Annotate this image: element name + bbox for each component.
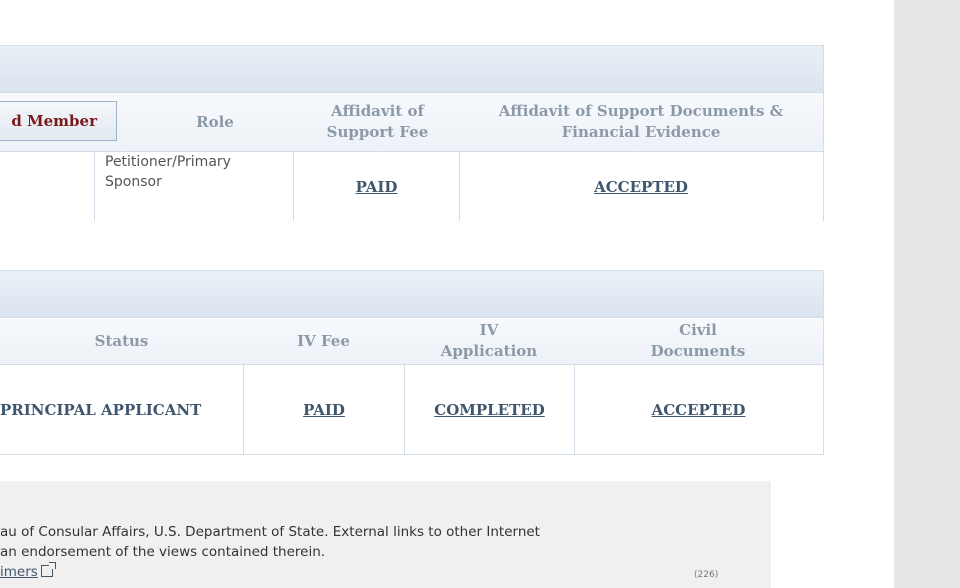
applicant-header-row: Status IV Fee IV Application Civil Docum… [0, 318, 823, 365]
aos-docs-status-link[interactable]: ACCEPTED [594, 178, 688, 196]
sponsor-table-row: Petitioner/Primary Sponsor PAID ACCEPTED [0, 152, 823, 221]
civil-docs-header: Civil Documents [574, 318, 822, 364]
role-line1: Petitioner/Primary [105, 154, 231, 170]
role-cell: Petitioner/Primary Sponsor [94, 152, 293, 221]
civil-docs-header-line1: Civil [679, 321, 717, 339]
sort-member-header-button[interactable]: d Member [0, 101, 117, 141]
member-header-label: d Member [11, 112, 97, 130]
iv-app-header-line2: Application [440, 342, 538, 360]
civil-docs-header-line2: Documents [650, 342, 746, 360]
civil-docs-cell: ACCEPTED [574, 365, 822, 454]
iv-app-header-line1: IV [479, 321, 499, 339]
page-code: (226) [694, 570, 719, 580]
status-header: Status [0, 318, 243, 364]
iv-fee-header-label: IV Fee [297, 331, 350, 350]
role-header: Role [135, 93, 295, 151]
sponsor-panel-header [0, 46, 823, 93]
civil-docs-status-link[interactable]: ACCEPTED [652, 401, 746, 419]
iv-fee-header: IV Fee [243, 318, 404, 364]
aos-docs-header-line2: Financial Evidence [561, 123, 721, 141]
footer: au of Consular Affairs, U.S. Department … [0, 481, 771, 588]
applicant-panel: Status IV Fee IV Application Civil Docum… [0, 270, 824, 455]
iv-fee-status-link[interactable]: PAID [303, 401, 345, 419]
iv-app-cell: COMPLETED [404, 365, 574, 454]
aos-fee-cell: PAID [293, 152, 459, 221]
aos-fee-header-line1: Affidavit of [331, 102, 424, 120]
status-header-label: Status [94, 331, 149, 350]
role-header-label: Role [196, 112, 234, 131]
status-cell: PRINCIPAL APPLICANT [0, 365, 243, 454]
aos-docs-header: Affidavit of Support Documents & Financi… [460, 93, 822, 151]
sponsor-panel: d Member Role Affidavit of Support Fee A… [0, 45, 824, 221]
aos-fee-status-link[interactable]: PAID [356, 178, 398, 196]
footer-line1: au of Consular Affairs, U.S. Department … [0, 524, 540, 540]
iv-fee-cell: PAID [243, 365, 404, 454]
footer-line2: an endorsement of the views contained th… [0, 544, 326, 560]
sponsor-header-row: d Member Role Affidavit of Support Fee A… [0, 93, 823, 152]
applicant-panel-header [0, 271, 823, 318]
aos-docs-header-line1: Affidavit of Support Documents & [498, 102, 784, 120]
external-link-icon [40, 562, 56, 577]
iv-app-status-link[interactable]: COMPLETED [434, 401, 544, 419]
disclaimers-link[interactable]: imers [0, 564, 38, 580]
aos-docs-cell: ACCEPTED [459, 152, 822, 221]
right-gray-panel [894, 0, 960, 588]
status-value: PRINCIPAL APPLICANT [0, 400, 202, 419]
aos-fee-header: Affidavit of Support Fee [295, 93, 460, 151]
role-line2: Sponsor [105, 174, 162, 190]
iv-app-header: IV Application [404, 318, 574, 364]
applicant-table-row: PRINCIPAL APPLICANT PAID COMPLETED ACCEP… [0, 365, 823, 454]
footer-line3: imers [0, 562, 56, 580]
aos-fee-header-line2: Support Fee [326, 123, 429, 141]
